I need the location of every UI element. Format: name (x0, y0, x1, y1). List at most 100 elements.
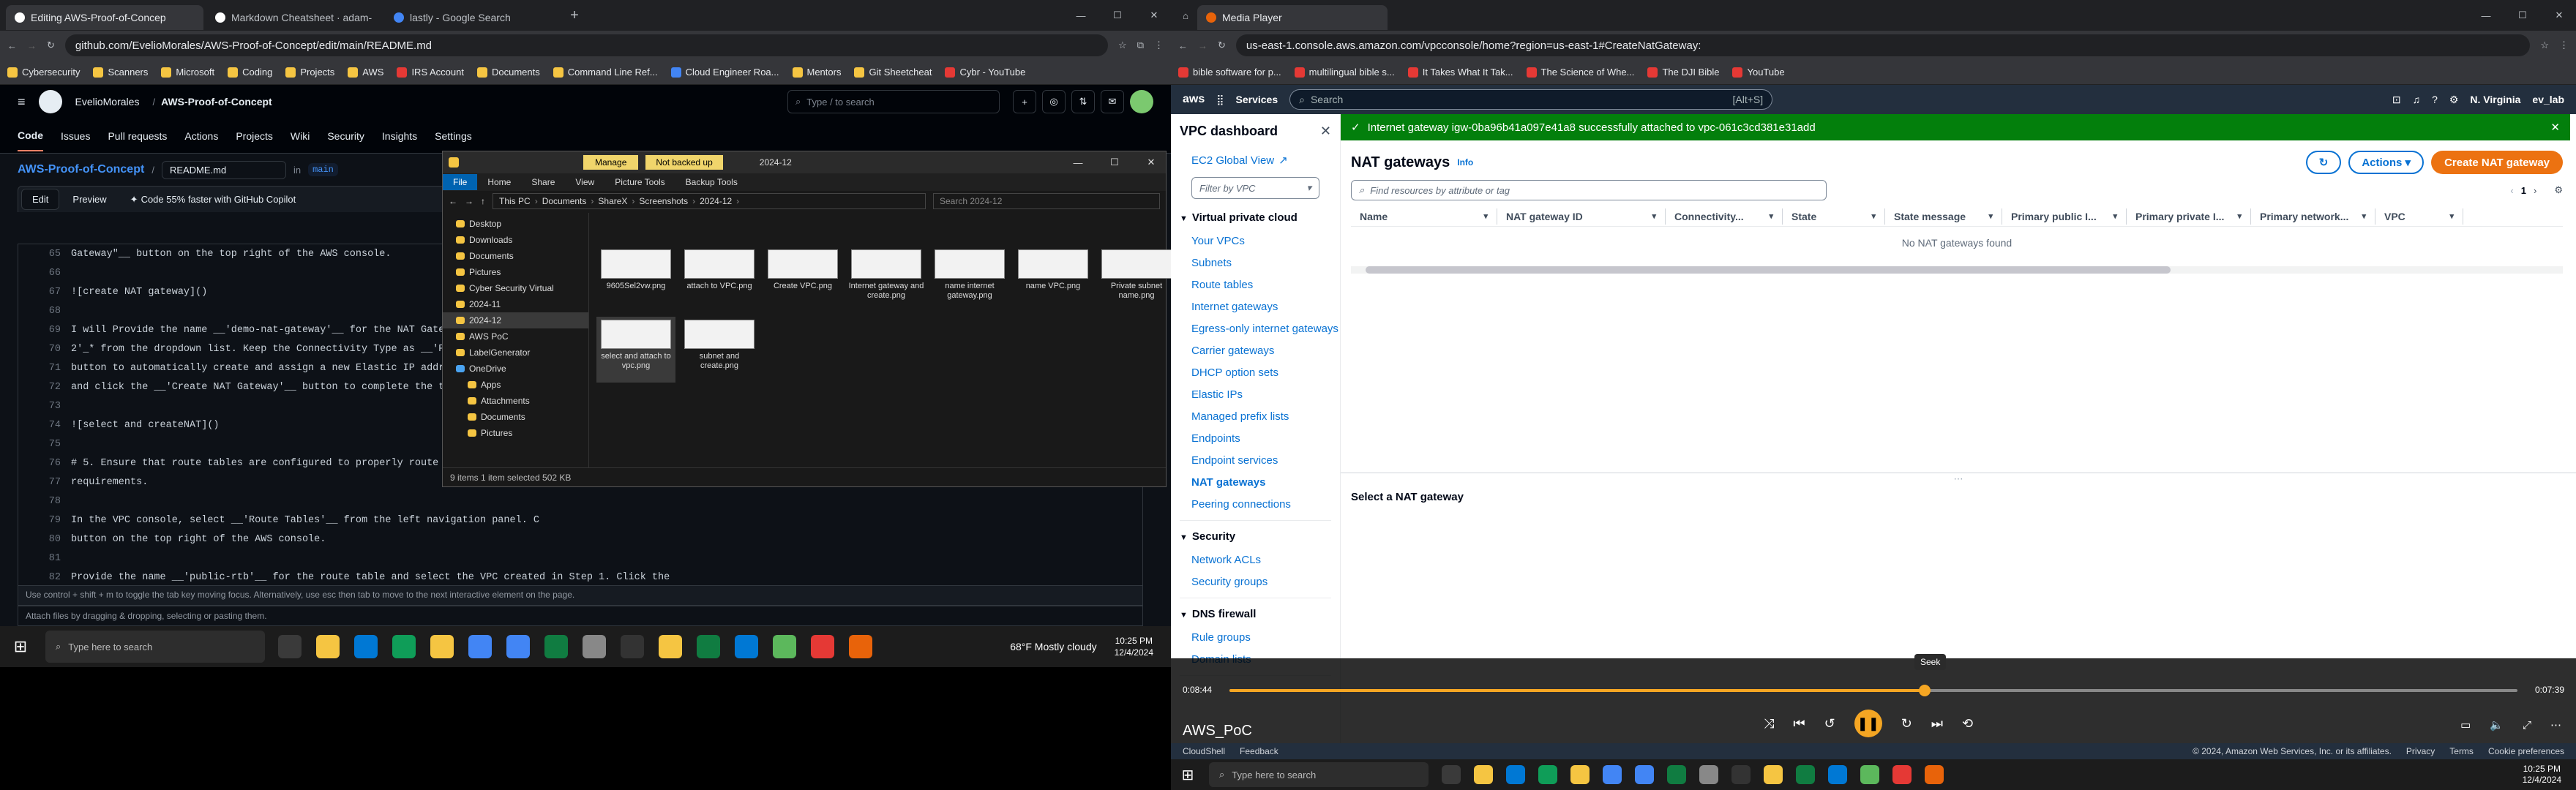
file-name-input[interactable]: README.md (161, 160, 286, 179)
taskbar-app-icon[interactable] (1667, 765, 1686, 784)
sidebar-item[interactable]: DHCP option sets (1171, 362, 1340, 384)
taskbar-search[interactable]: ⌕ Type here to search (45, 631, 265, 663)
tree-item[interactable]: Documents (443, 248, 588, 264)
clock-time[interactable]: 10:25 PM (1115, 635, 1153, 647)
bookmark-item[interactable]: Git Sheetcheat (854, 67, 932, 78)
region-selector[interactable]: N. Virginia (2470, 94, 2520, 105)
nat-filter-input[interactable]: ⌕ Find resources by attribute or tag (1351, 180, 1827, 200)
sidebar-item[interactable]: Peering connections (1171, 494, 1340, 516)
settings-icon[interactable]: ⚙ (2554, 184, 2563, 196)
path-segment[interactable]: 2024-12 (700, 196, 732, 206)
tab-editing[interactable]: Editing AWS-Proof-of-Concep (6, 5, 203, 30)
back-icon[interactable]: ← (449, 196, 457, 206)
bookmark-item[interactable]: multilingual bible s... (1294, 67, 1395, 78)
info-link[interactable]: Info (1457, 157, 1473, 168)
table-scrollbar[interactable] (1351, 266, 2563, 274)
shuffle-icon[interactable]: ⤨ (1764, 716, 1774, 731)
column-header[interactable]: Primary private I... ▾ (2127, 208, 2251, 225)
sidebar-item[interactable]: Carrier gateways (1171, 340, 1340, 362)
bookmark-item[interactable]: The Science of Whe... (1526, 67, 1634, 78)
ribbon-tab[interactable]: Picture Tools (604, 174, 675, 190)
seek-bar[interactable] (1229, 685, 2517, 696)
tree-item[interactable]: 2024-11 (443, 296, 588, 312)
taskbar-app-icon[interactable] (1731, 765, 1751, 784)
ec2-global-view-link[interactable]: EC2 Global View (1191, 154, 1274, 167)
bookmark-item[interactable]: Command Line Ref... (553, 67, 658, 78)
minimize-icon[interactable]: — (1063, 157, 1093, 168)
file-thumbnail[interactable]: name VPC.png (1014, 247, 1093, 312)
next-icon[interactable]: ⏭ (1931, 716, 1943, 731)
tab-pull-requests[interactable]: Pull requests (108, 130, 167, 142)
column-header[interactable]: Primary network... ▾ (2251, 208, 2375, 225)
copilot-promo[interactable]: Code 55% faster with GitHub Copilot (141, 194, 296, 205)
bookmark-item[interactable]: Cybr - YouTube (945, 67, 1025, 78)
tab-media-player[interactable]: Media Player (1197, 5, 1388, 30)
rewind-icon[interactable]: ↺ (1824, 716, 1835, 731)
bookmark-item[interactable]: Coding (228, 67, 272, 78)
taskbar-app-icon[interactable] (1828, 765, 1847, 784)
sidebar-item[interactable]: Egress-only internet gateways (1171, 318, 1340, 340)
tab-wiki[interactable]: Wiki (291, 130, 310, 142)
bookmark-star-icon[interactable]: ☆ (2540, 40, 2549, 51)
bookmark-item[interactable]: Cybersecurity (7, 67, 80, 78)
column-header[interactable]: Name ▾ (1351, 208, 1497, 225)
repo-title[interactable]: AWS-Proof-of-Concept (18, 163, 144, 176)
close-icon[interactable]: ✕ (2542, 10, 2576, 21)
url-field[interactable]: us-east-1.console.aws.amazon.com/vpccons… (1235, 34, 2531, 56)
file-thumbnail[interactable]: Create VPC.png (763, 247, 842, 312)
file-thumbnail[interactable]: 9605Sel2vw.png (596, 247, 675, 312)
clock-date[interactable]: 12/4/2024 (2523, 775, 2561, 786)
bookmark-item[interactable]: Cloud Engineer Roa... (670, 67, 779, 78)
aws-logo[interactable]: aws (1183, 93, 1205, 106)
weather[interactable]: 68°F Mostly cloudy (1010, 641, 1096, 652)
taskbar-app-icon[interactable] (1892, 765, 1912, 784)
forward-icon[interactable]: → (1198, 40, 1208, 51)
tab-security[interactable]: Security (327, 130, 364, 142)
inbox-icon[interactable]: ✉ (1101, 90, 1124, 113)
account-menu[interactable]: ev_lab (2532, 94, 2564, 105)
sidebar-item[interactable]: Subnets (1171, 252, 1340, 274)
taskbar-app-icon[interactable] (1570, 765, 1590, 784)
search-input[interactable]: ⌕ Type / to search (787, 90, 1000, 113)
tree-item[interactable]: Attachments (443, 393, 588, 409)
new-tab-icon[interactable]: + (564, 7, 585, 24)
sidebar-item[interactable]: Security groups (1171, 571, 1340, 593)
file-thumbnail[interactable]: Internet gateway and create.png (847, 247, 926, 312)
plus-icon[interactable]: + (1013, 90, 1036, 113)
sidebar-item[interactable]: Network ACLs (1171, 549, 1340, 571)
taskbar-app-icon[interactable] (544, 635, 568, 658)
sidebar-item[interactable]: Endpoints (1171, 428, 1340, 450)
services-menu[interactable]: Services (1236, 94, 1278, 105)
taskbar-app-icon[interactable] (1764, 765, 1783, 784)
tab-code[interactable]: Code (18, 121, 43, 151)
sidebar-item[interactable]: Managed prefix lists (1171, 406, 1340, 428)
tab-issues[interactable]: Issues (61, 130, 90, 142)
file-thumbnail[interactable]: select and attach to vpc.png (596, 317, 675, 383)
bookmark-item[interactable]: YouTube (1732, 67, 1785, 78)
tree-item[interactable]: OneDrive (443, 361, 588, 377)
forward-icon[interactable]: → (465, 196, 473, 206)
taskbar-search[interactable]: ⌕ Type here to search (1209, 762, 1429, 787)
drag-handle-icon[interactable]: ⋯ (1954, 473, 1963, 485)
attach-bar[interactable]: Attach files by dragging & dropping, sel… (18, 606, 1143, 626)
pause-button[interactable]: ❚❚ (1854, 710, 1882, 737)
windows-start-icon[interactable]: ⊞ (0, 626, 41, 667)
close-icon[interactable]: ✕ (1137, 10, 1171, 21)
bookmark-item[interactable]: bible software for p... (1178, 67, 1281, 78)
cookie-link[interactable]: Cookie preferences (2488, 746, 2564, 756)
minimize-icon[interactable]: — (2469, 10, 2503, 21)
tree-item[interactable]: Desktop (443, 216, 588, 232)
github-logo-icon[interactable] (38, 90, 62, 113)
explorer-search[interactable]: Search 2024-12 (933, 193, 1160, 209)
volume-icon[interactable]: 🔈 (2490, 718, 2504, 731)
apps-icon[interactable]: ⣿ (1216, 94, 1224, 106)
taskbar-app-icon[interactable] (1506, 765, 1525, 784)
clock-time[interactable]: 10:25 PM (2523, 764, 2561, 775)
tree-item[interactable]: Pictures (443, 425, 588, 441)
help-icon[interactable]: ? (2432, 94, 2438, 105)
taskbar-app-icon[interactable] (278, 635, 302, 658)
more-icon[interactable]: ⋯ (2550, 718, 2561, 731)
column-header[interactable]: Primary public I... ▾ (2002, 208, 2127, 225)
owner-link[interactable]: EvelioMorales (75, 96, 140, 108)
repeat-icon[interactable]: ⟲ (1962, 716, 1973, 731)
